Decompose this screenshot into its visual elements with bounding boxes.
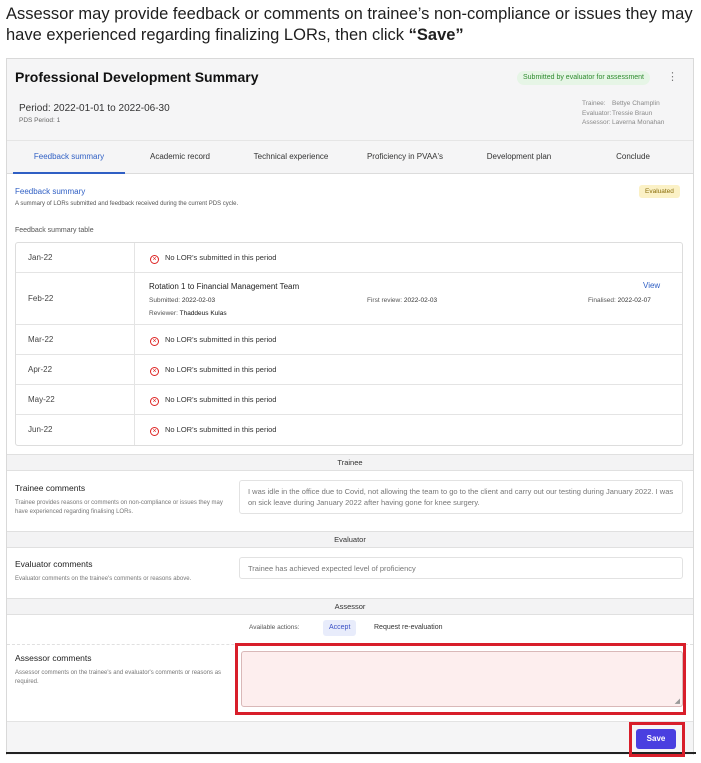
- error-circle-icon: ×: [150, 337, 159, 346]
- trainee-comments-description: Trainee provides reasons or comments on …: [15, 500, 223, 515]
- more-vertical-icon[interactable]: ⋮: [667, 70, 678, 84]
- assessor-comments-description: Assessor comments on the trainee's and e…: [15, 670, 222, 685]
- instruction-emphasis: “Save”: [408, 26, 464, 44]
- month-cell: Jan-22: [28, 253, 53, 262]
- evaluator-label: Evaluator:: [582, 109, 612, 117]
- table-row: Mar-22 × No LOR's submitted in this perio…: [16, 325, 682, 355]
- bottom-rule: [6, 752, 696, 754]
- feedback-table: Jan-22 × No LOR's submitted in this perio…: [15, 242, 683, 446]
- no-lor-message: × No LOR's submitted in this period: [150, 395, 276, 406]
- assessor-comments-highlight: [235, 643, 686, 715]
- tab-development-plan[interactable]: Development plan: [463, 141, 575, 174]
- tab-academic-record[interactable]: Academic record: [125, 141, 235, 174]
- accept-button[interactable]: Accept: [323, 620, 357, 636]
- column-divider: [134, 355, 135, 384]
- column-divider: [134, 273, 135, 324]
- available-actions-label: Available actions:: [249, 624, 300, 631]
- assessor-comments-title: Assessor comments: [15, 653, 92, 663]
- trainee-label: Trainee:: [582, 100, 606, 107]
- page-title: Professional Development Summary: [15, 69, 259, 85]
- evaluator-comments-title: Evaluator comments: [15, 559, 93, 569]
- tab-proficiency[interactable]: Proficiency in PVAA's: [347, 141, 463, 174]
- status-badge: Submitted by evaluator for assessment: [517, 71, 651, 85]
- participants: Trainee: Bettye Champlin Evaluator:Tressi…: [582, 99, 664, 128]
- column-divider: [134, 415, 135, 445]
- tab-feedback-summary[interactable]: Feedback summary: [13, 141, 125, 174]
- lor-title: Rotation 1 to Financial Management Team: [149, 282, 300, 291]
- trainee-comments-field: I was idle in the office due to Covid, n…: [239, 480, 683, 514]
- pds-period: PDS Period: 1: [19, 117, 61, 124]
- table-row: Jan-22 × No LOR's submitted in this perio…: [16, 243, 682, 273]
- column-divider: [134, 385, 135, 414]
- evaluator-comments-description: Evaluator comments on the trainee's comm…: [15, 576, 192, 582]
- period-text: Period: 2022-01-01 to 2022-06-30: [19, 103, 170, 114]
- table-row: May-22 × No LOR's submitted in this perio…: [16, 385, 682, 415]
- trainee-comments-title: Trainee comments: [15, 483, 86, 493]
- tab-technical-experience[interactable]: Technical experience: [235, 141, 347, 174]
- column-divider: [134, 243, 135, 272]
- table-row: Jun-22 × No LOR's submitted in this perio…: [16, 415, 682, 445]
- no-lor-message: × No LOR's submitted in this period: [150, 335, 276, 346]
- footer-bar: [7, 721, 693, 755]
- view-link[interactable]: View: [643, 281, 660, 290]
- tab-bar: Feedback summary Academic record Technic…: [7, 141, 693, 174]
- table-label: Feedback summary table: [15, 227, 94, 234]
- evaluator-comments-field: Trainee has achieved expected level of p…: [239, 557, 683, 579]
- error-circle-icon: ×: [150, 367, 159, 376]
- assessor-label: Assessor:: [582, 119, 611, 126]
- tab-conclude[interactable]: Conclude: [575, 141, 691, 174]
- no-lor-message: × No LOR's submitted in this period: [150, 425, 276, 436]
- assessor-name: Laverna Monahan: [612, 119, 665, 126]
- error-circle-icon: ×: [150, 255, 159, 264]
- instruction-text: Assessor may provide feedback or comment…: [6, 5, 693, 44]
- reviewer-info: Reviewer: Thaddeus Kulas: [149, 310, 227, 317]
- feedback-description: A summary of LORs submitted and feedback…: [15, 201, 239, 207]
- summary-header: Professional Development Summary Submitt…: [7, 59, 693, 141]
- no-lor-message: × No LOR's submitted in this period: [150, 365, 276, 376]
- month-cell: Apr-22: [28, 365, 53, 374]
- month-cell: Mar-22: [28, 335, 54, 344]
- table-row: Apr-22 × No LOR's submitted in this perio…: [16, 355, 682, 385]
- month-cell: Jun-22: [28, 425, 53, 434]
- month-cell: Feb-22: [28, 294, 54, 303]
- feedback-title: Feedback summary: [15, 187, 86, 196]
- table-row: Feb-22 Rotation 1 to Financial Managemen…: [16, 273, 682, 325]
- no-lor-message: × No LOR's submitted in this period: [150, 253, 276, 264]
- column-divider: [134, 325, 135, 354]
- month-cell: May-22: [28, 395, 55, 404]
- request-reevaluation-button[interactable]: Request re-evaluation: [374, 624, 443, 631]
- evaluator-section-header: Evaluator: [7, 531, 693, 548]
- finalised-info: Finalised: 2022-02-07: [588, 297, 651, 304]
- first-review-info: First review: 2022-02-03: [367, 297, 438, 304]
- evaluator-name: Tressie Braun: [612, 109, 653, 117]
- trainee-section-header: Trainee: [7, 454, 693, 471]
- error-circle-icon: ×: [150, 427, 159, 436]
- trainee-name: Bettye Champlin: [612, 100, 660, 107]
- evaluated-badge: Evaluated: [639, 185, 680, 198]
- error-circle-icon: ×: [150, 397, 159, 406]
- assessor-section-header: Assessor: [7, 598, 693, 615]
- save-button[interactable]: Save: [636, 729, 676, 749]
- submitted-info: Submitted: 2022-02-03: [149, 297, 216, 304]
